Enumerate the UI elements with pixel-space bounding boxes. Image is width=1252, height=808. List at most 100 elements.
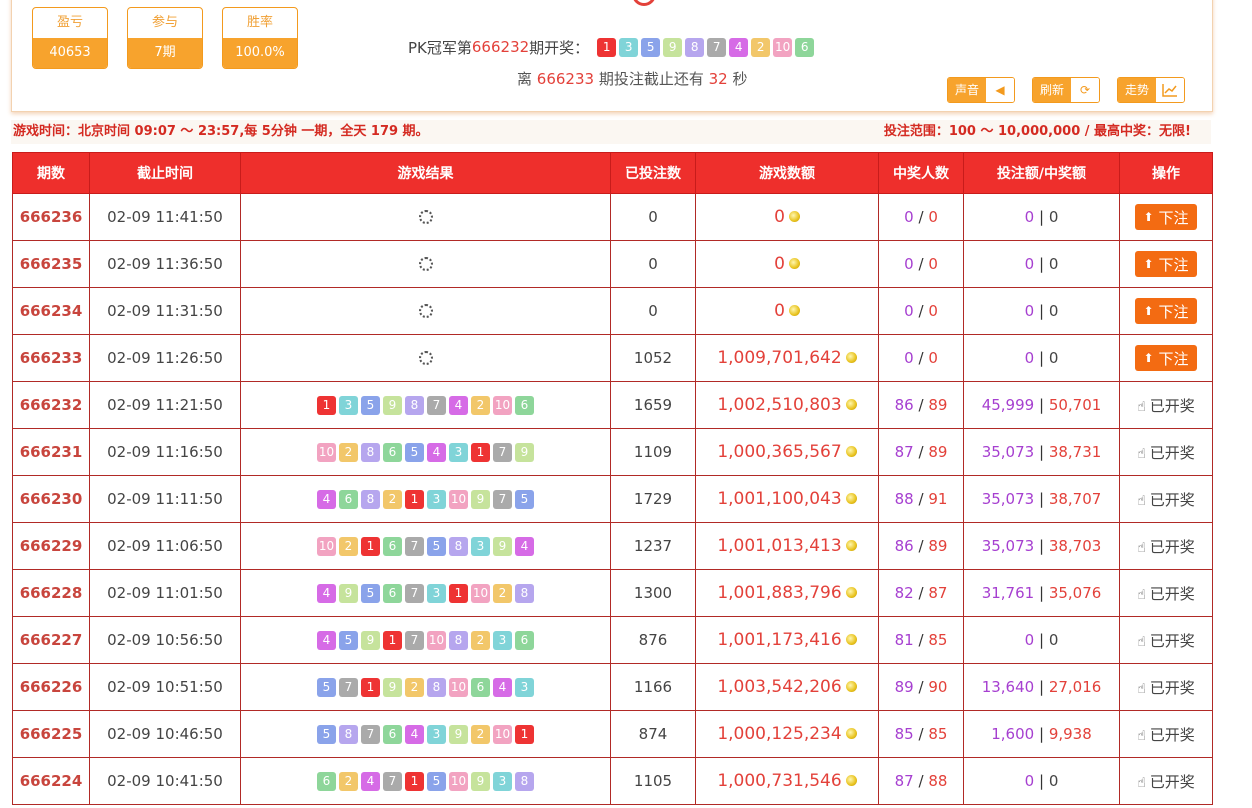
col-header-amount: 游戏数额 <box>695 152 879 194</box>
stat-participation-value: 7期 <box>128 38 202 68</box>
winners-cell: 88 / 91 <box>878 475 964 523</box>
drawn-status[interactable]: ☝ 已开奖 <box>1137 632 1195 650</box>
bets-cell: 1659 <box>610 381 696 429</box>
trend-button[interactable]: 走势 <box>1117 77 1186 103</box>
separator: / <box>918 584 924 602</box>
hand-pointer-icon: ☝ <box>1137 445 1146 462</box>
drawn-label: 已开奖 <box>1149 443 1195 462</box>
result-cell: 10 2 8 6 5 4 3 1 7 9 <box>240 428 611 476</box>
number-ball: 6 <box>471 677 490 697</box>
winners-total: 0 <box>928 255 938 273</box>
win-amount: 0 <box>1048 208 1059 226</box>
result-cell: 10 2 1 6 7 5 8 3 9 4 <box>240 522 611 570</box>
table-row: 666225 02-09 10:46:50 5 8 7 6 4 3 9 2 10 1 874 1,… <box>12 710 1213 758</box>
clock-icon <box>632 0 656 6</box>
action-cell: ☝ 已开奖 <box>1119 663 1213 711</box>
number-ball: 3 <box>427 583 446 603</box>
col-header-action: 操作 <box>1119 152 1213 194</box>
number-ball: 3 <box>493 630 512 650</box>
bet-win-cell: 35,073 | 38,731 <box>963 428 1120 476</box>
countdown-middle: 期投注截止还有 <box>598 70 704 88</box>
bet-button[interactable]: ⬆ 下注 <box>1135 298 1197 324</box>
number-ball: 10 <box>427 630 446 650</box>
drawn-label: 已开奖 <box>1149 584 1195 603</box>
drawn-status[interactable]: ☝ 已开奖 <box>1137 679 1195 697</box>
number-ball: 2 <box>339 442 358 462</box>
separator: | <box>1038 537 1045 555</box>
winners-count: 0 <box>904 349 914 367</box>
winners-total: 91 <box>928 490 948 508</box>
drawn-label: 已开奖 <box>1149 537 1195 556</box>
bet-amount: 13,640 <box>981 678 1035 696</box>
number-ball: 1 <box>515 724 534 744</box>
hand-pointer-icon: ☝ <box>1137 774 1146 791</box>
number-ball: 2 <box>383 489 402 509</box>
drawn-status[interactable]: ☝ 已开奖 <box>1137 538 1195 556</box>
number-ball: 9 <box>339 583 358 603</box>
number-ball: 9 <box>383 677 402 697</box>
bet-label: 下注 <box>1158 349 1189 368</box>
drawn-status[interactable]: ☝ 已开奖 <box>1137 491 1195 509</box>
bet-win-cell: 31,761 | 35,076 <box>963 569 1120 617</box>
deadline-cell: 02-09 10:41:50 <box>89 757 241 805</box>
action-cell: ☝ 已开奖 <box>1119 757 1213 805</box>
bet-win-cell: 35,073 | 38,703 <box>963 522 1120 570</box>
issue-cell: 666233 <box>12 334 90 382</box>
winners-total: 88 <box>928 772 948 790</box>
winners-total: 85 <box>928 725 948 743</box>
bets-cell: 0 <box>610 193 696 241</box>
win-amount: 0 <box>1048 255 1059 273</box>
drawn-status[interactable]: ☝ 已开奖 <box>1137 397 1195 415</box>
bet-button[interactable]: ⬆ 下注 <box>1135 345 1197 371</box>
result-balls: 1 3 5 9 8 7 4 2 10 6 <box>241 395 610 415</box>
coin-icon <box>845 445 857 457</box>
drawn-status[interactable]: ☝ 已开奖 <box>1137 726 1195 744</box>
number-ball: 10 <box>317 536 336 556</box>
number-ball: 1 <box>405 771 424 791</box>
amount-value: 0 <box>774 301 785 321</box>
separator: | <box>1038 349 1045 367</box>
deadline-cell: 02-09 11:11:50 <box>89 475 241 523</box>
bet-label: 下注 <box>1158 302 1189 321</box>
col-header-issue: 期数 <box>12 152 90 194</box>
result-cell: 4 9 5 6 7 3 1 10 2 8 <box>240 569 611 617</box>
winners-total: 87 <box>928 584 948 602</box>
coin-icon <box>845 774 857 786</box>
drawn-status[interactable]: ☝ 已开奖 <box>1137 585 1195 603</box>
number-ball: 5 <box>641 37 661 57</box>
number-ball: 3 <box>449 442 468 462</box>
number-ball: 5 <box>427 771 446 791</box>
sound-button[interactable]: 声音 ◀ <box>947 77 1016 103</box>
drawn-status[interactable]: ☝ 已开奖 <box>1137 773 1195 791</box>
bet-button[interactable]: ⬆ 下注 <box>1135 204 1197 230</box>
issue-cell: 666225 <box>12 710 90 758</box>
game-table: 期数 截止时间 游戏结果 已投注数 游戏数额 中奖人数 投注额/中奖额 操作 6… <box>12 152 1213 805</box>
countdown-seconds: 32 <box>708 70 728 88</box>
number-ball: 1 <box>361 536 380 556</box>
result-cell <box>240 240 611 288</box>
drawn-status[interactable]: ☝ 已开奖 <box>1137 444 1195 462</box>
coin-icon <box>845 492 857 504</box>
bets-cell: 1166 <box>610 663 696 711</box>
deadline-cell: 02-09 11:36:50 <box>89 240 241 288</box>
number-ball: 6 <box>383 442 402 462</box>
issue-cell: 666236 <box>12 193 90 241</box>
number-ball: 8 <box>685 37 705 57</box>
result-cell: 5 7 1 9 2 8 10 6 4 3 <box>240 663 611 711</box>
coin-icon <box>845 633 857 645</box>
number-ball: 3 <box>427 489 446 509</box>
table-body: 666236 02-09 11:41:50 0 0 0 / 0 0 | 0 ⬆ 下… <box>12 193 1213 805</box>
bets-cell: 874 <box>610 710 696 758</box>
coin-icon <box>845 539 857 551</box>
refresh-button[interactable]: 刷新 ⟳ <box>1032 77 1101 103</box>
bet-button[interactable]: ⬆ 下注 <box>1135 251 1197 277</box>
bet-win-cell: 0 | 0 <box>963 193 1120 241</box>
number-ball: 6 <box>339 489 358 509</box>
number-ball: 7 <box>493 442 512 462</box>
number-ball: 4 <box>729 37 749 57</box>
number-ball: 1 <box>405 489 424 509</box>
bet-win-cell: 0 | 0 <box>963 616 1120 664</box>
separator: / <box>918 302 924 320</box>
separator: | <box>1038 396 1045 414</box>
number-ball: 10 <box>493 395 512 415</box>
